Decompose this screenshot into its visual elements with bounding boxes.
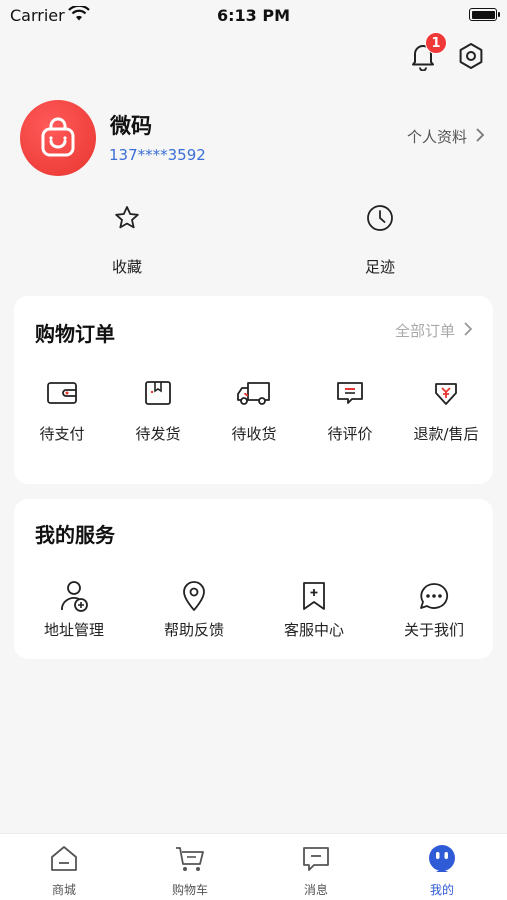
- clock-time: 6:13 PM: [216, 6, 290, 25]
- profile-section[interactable]: 微码 137****3592 个人资料: [20, 100, 487, 176]
- tab-bar: 商城 购物车 消息 我的: [0, 833, 507, 900]
- gear-icon: [456, 41, 486, 75]
- order-pending-payment[interactable]: 待支付: [22, 376, 102, 444]
- chevron-right-icon: [463, 321, 473, 341]
- location-pin-icon: [154, 579, 234, 613]
- orders-title: 购物订单: [35, 322, 115, 346]
- tab-mine[interactable]: 我的: [379, 842, 505, 898]
- service-label: 客服中心: [283, 621, 344, 639]
- truck-icon: [214, 376, 294, 410]
- comment-icon: [310, 376, 390, 410]
- favorites-label: 收藏: [111, 258, 142, 276]
- favorites-button[interactable]: 收藏: [77, 198, 177, 277]
- services-card: 我的服务 地址管理 帮助反馈 客服中心 关于我们: [14, 499, 493, 659]
- bookmark-plus-icon: [274, 579, 354, 613]
- refund-icon: [406, 376, 486, 410]
- order-pending-review[interactable]: 待评价: [310, 376, 390, 444]
- history-button[interactable]: 足迹: [330, 198, 430, 277]
- notification-button[interactable]: 1: [405, 32, 447, 76]
- service-help-feedback[interactable]: 帮助反馈: [154, 579, 234, 640]
- all-orders-link[interactable]: 全部订单: [395, 320, 473, 341]
- order-status-label: 待收货: [231, 425, 277, 443]
- chevron-right-icon: [475, 127, 485, 147]
- username: 微码: [110, 114, 152, 138]
- battery-icon: [469, 8, 500, 21]
- message-icon: [253, 842, 379, 876]
- star-icon: [77, 198, 177, 238]
- services-title: 我的服务: [35, 523, 115, 547]
- profile-details-link[interactable]: 个人资料: [407, 126, 485, 147]
- settings-button[interactable]: [453, 40, 489, 76]
- service-about-us[interactable]: 关于我们: [394, 579, 474, 640]
- notification-badge: 1: [425, 32, 447, 54]
- order-status-label: 待发货: [135, 425, 181, 443]
- service-label: 地址管理: [43, 621, 104, 639]
- order-status-label: 待评价: [327, 425, 373, 443]
- robot-icon: [379, 842, 505, 876]
- user-add-icon: [34, 579, 114, 613]
- cart-icon: [127, 842, 253, 876]
- clock-icon: [330, 198, 430, 238]
- avatar[interactable]: [20, 100, 96, 176]
- service-customer-center[interactable]: 客服中心: [274, 579, 354, 640]
- all-orders-label: 全部订单: [394, 322, 455, 340]
- order-status-label: 退款/售后: [413, 425, 479, 443]
- history-label: 足迹: [364, 258, 395, 276]
- profile-link-label: 个人资料: [406, 128, 467, 146]
- box-icon: [118, 376, 198, 410]
- wallet-icon: [22, 376, 102, 410]
- phone-number: 137****3592: [109, 146, 206, 164]
- chat-bubble-icon: [394, 579, 474, 613]
- tab-messages[interactable]: 消息: [253, 842, 379, 898]
- service-address-management[interactable]: 地址管理: [34, 579, 114, 640]
- service-label: 帮助反馈: [163, 621, 224, 639]
- orders-card: 购物订单 全部订单 待支付 待发货 待收货 待评价 退款/售后: [14, 296, 493, 484]
- top-actions: 1: [405, 32, 489, 78]
- order-pending-receipt[interactable]: 待收货: [214, 376, 294, 444]
- quick-links: 收藏 足迹: [0, 198, 507, 278]
- tab-mall[interactable]: 商城: [1, 842, 127, 898]
- order-status-label: 待支付: [39, 425, 85, 443]
- status-bar: Carrier 6:13 PM: [0, 0, 507, 30]
- order-pending-shipment[interactable]: 待发货: [118, 376, 198, 444]
- order-refund-aftersale[interactable]: 退款/售后: [406, 376, 486, 444]
- tab-label: 消息: [303, 883, 328, 897]
- tab-cart[interactable]: 购物车: [127, 842, 253, 898]
- service-label: 关于我们: [403, 621, 464, 639]
- tab-label: 购物车: [171, 883, 208, 897]
- tab-label: 我的: [429, 883, 454, 897]
- home-icon: [1, 842, 127, 876]
- tab-label: 商城: [51, 883, 76, 897]
